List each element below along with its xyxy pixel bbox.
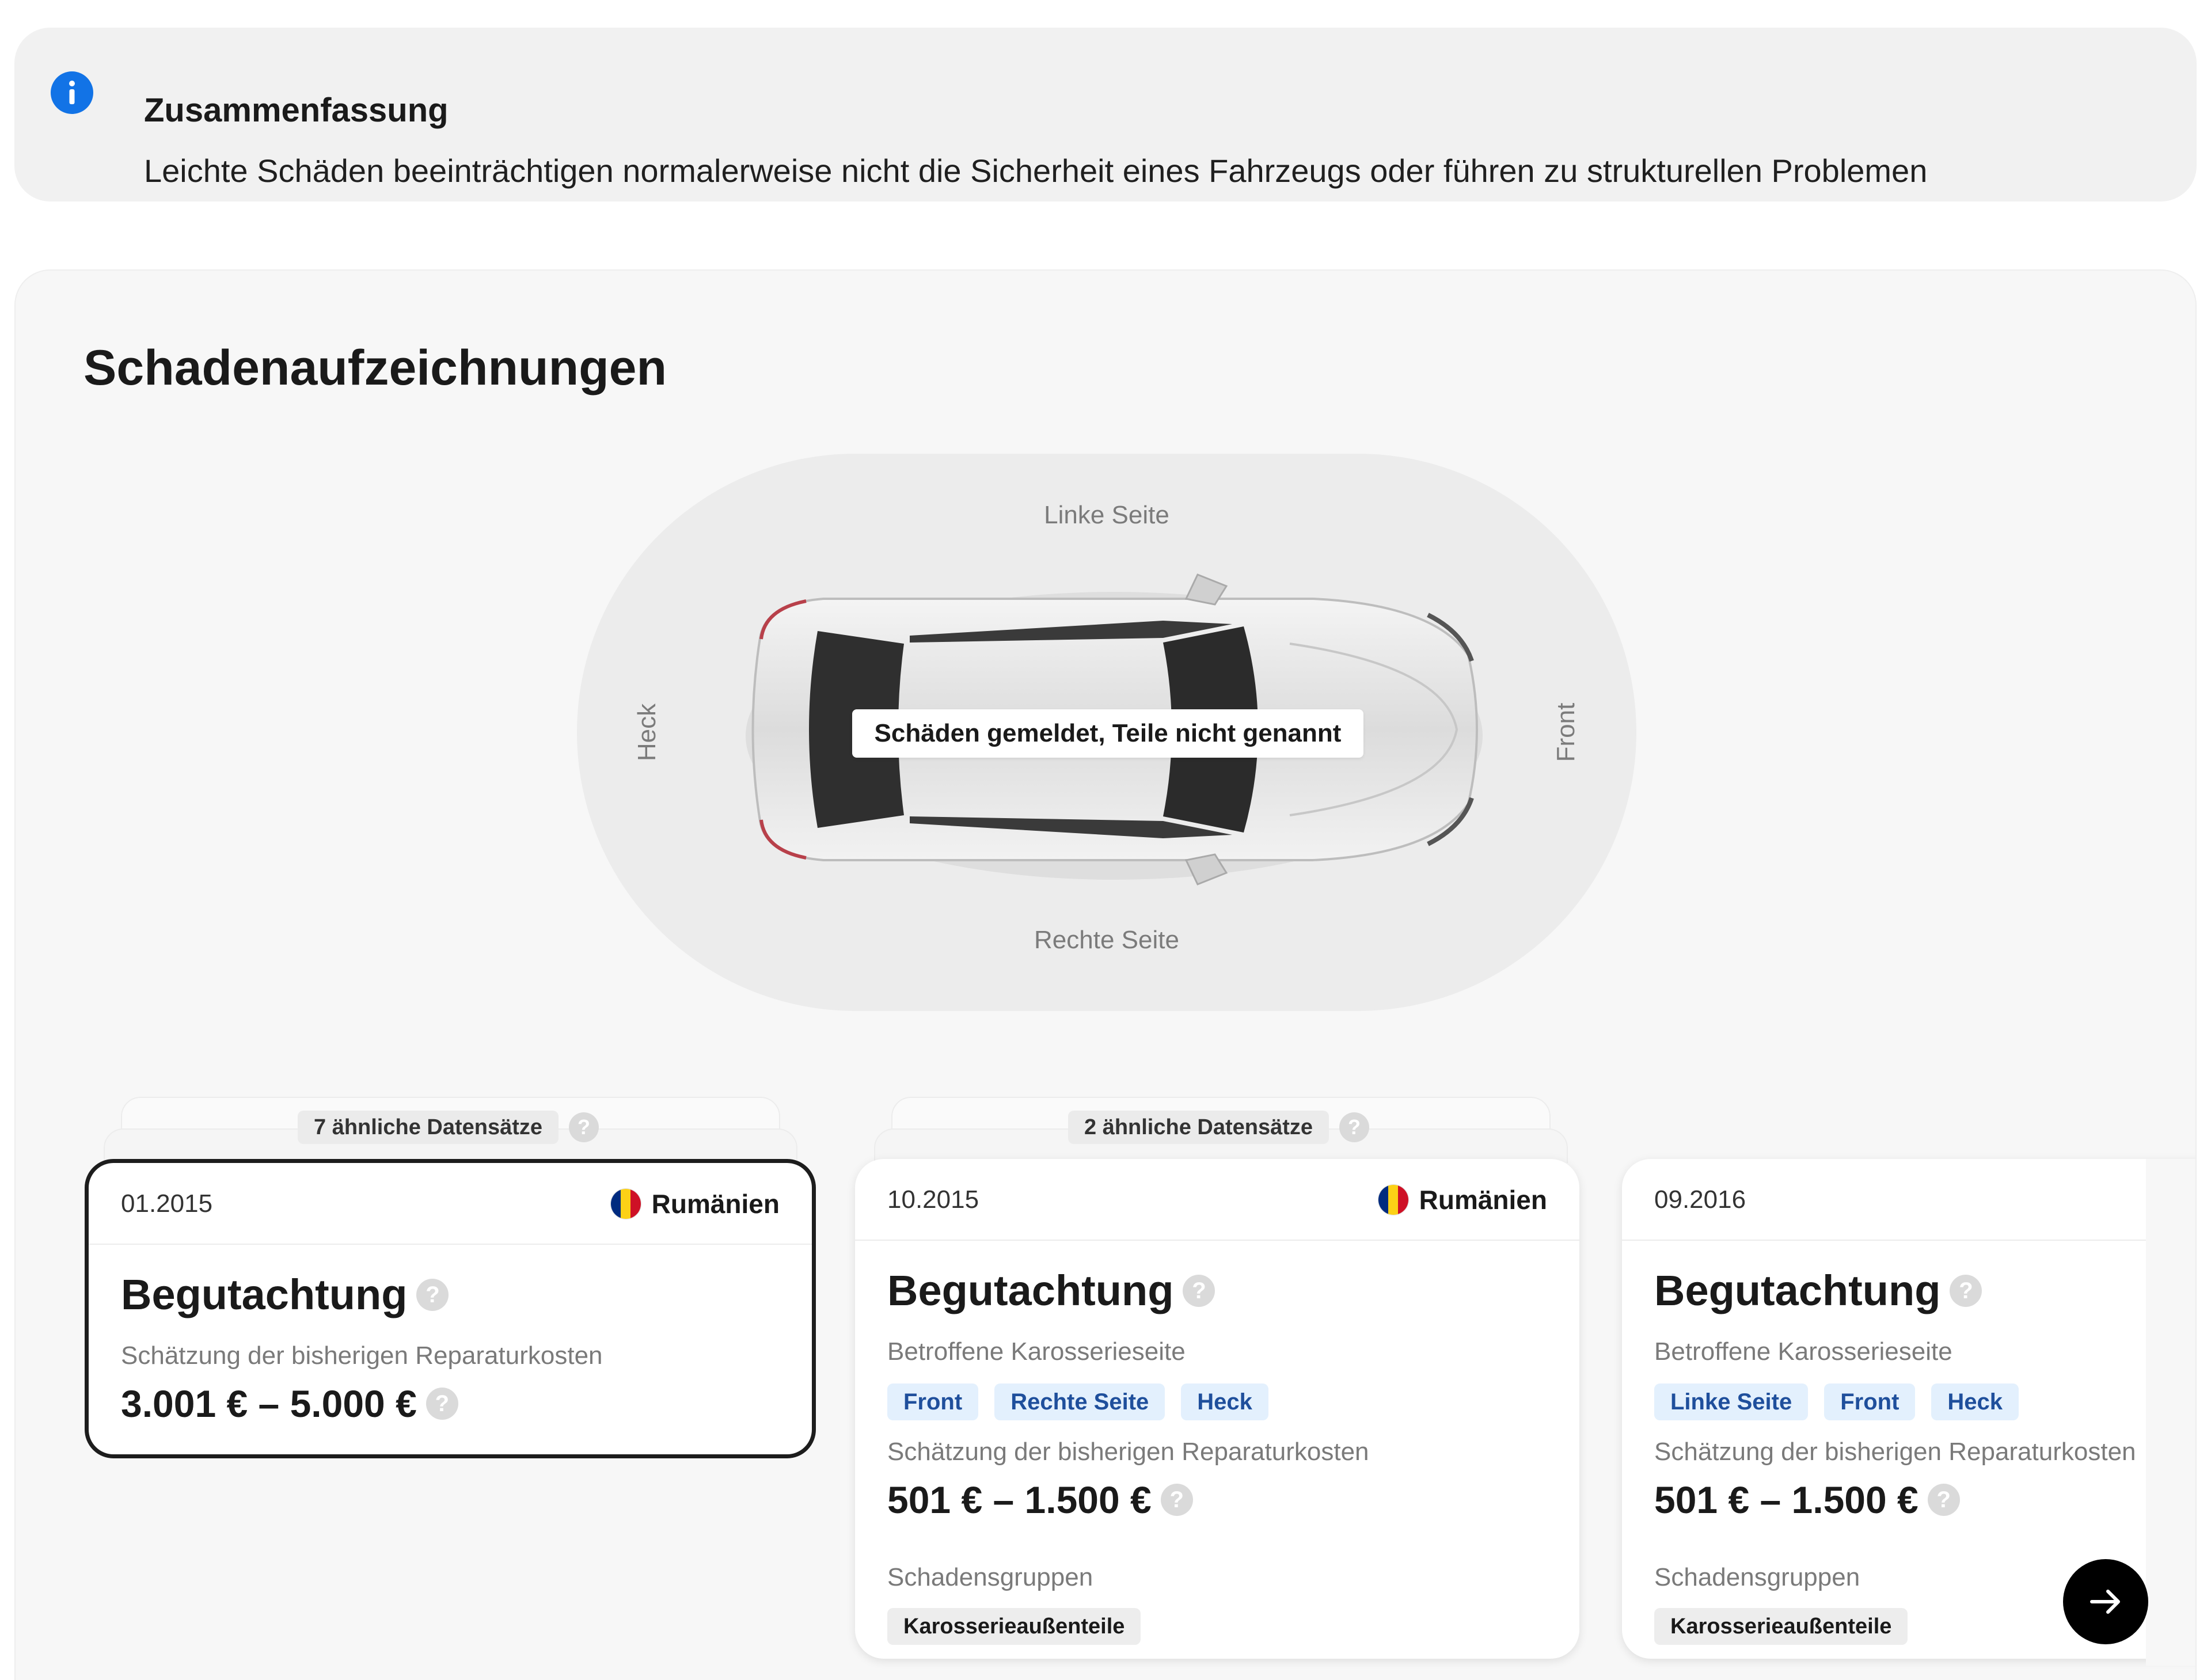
cost-range: 501 € – 1.500 € ?	[1654, 1478, 1960, 1522]
groups-label: Schadensgruppen	[887, 1563, 1093, 1591]
label-rear: Heck	[633, 703, 661, 762]
similar-records-badge[interactable]: 7 ähnliche Datensätze	[298, 1111, 559, 1144]
country-name: Rumänien	[1419, 1185, 1547, 1215]
help-icon[interactable]: ?	[1927, 1484, 1960, 1516]
card-header: 01.2015 Rumänien	[89, 1163, 812, 1245]
record-type-label: Begutachtung	[1654, 1267, 1941, 1314]
cost-range: 501 € – 1.500 € ?	[887, 1478, 1193, 1522]
label-left-side: Linke Seite	[1044, 501, 1169, 529]
section-title: Schadenaufzeichnungen	[83, 340, 667, 396]
cost-value: 3.001 € – 5.000 €	[121, 1382, 417, 1425]
cost-label: Schätzung der bisherigen Reparaturkosten	[121, 1341, 603, 1370]
side-tag: Front	[1824, 1383, 1916, 1420]
carousel-edge	[2146, 1159, 2195, 1666]
romania-flag-icon	[1377, 1184, 1409, 1215]
group-tag: Karosserieaußenteile	[887, 1608, 1141, 1645]
cost-value: 501 € – 1.500 €	[887, 1478, 1152, 1521]
similar-records-badge[interactable]: 2 ähnliche Datensätze	[1068, 1111, 1329, 1144]
info-icon	[51, 71, 93, 114]
help-icon[interactable]: ?	[416, 1278, 449, 1311]
cost-label: Schätzung der bisherigen Reparaturkosten	[887, 1438, 1369, 1466]
damage-record-card[interactable]: 10.2015 Rumänien Begutachtung ? Betroffe…	[855, 1159, 1579, 1659]
card-header: 09.2016	[1622, 1159, 2195, 1241]
record-type-label: Begutachtung	[887, 1267, 1174, 1314]
sides-label: Betroffene Karosserieseite	[1654, 1337, 1952, 1366]
side-tag: Front	[887, 1383, 979, 1420]
affected-sides: Linke Seite Front Heck	[1654, 1383, 2019, 1420]
record-type: Begutachtung ?	[121, 1270, 449, 1319]
carousel-next-button[interactable]	[2063, 1559, 2148, 1644]
arrow-right-icon	[2090, 1590, 2120, 1614]
record-type: Begutachtung ?	[887, 1266, 1215, 1315]
help-icon[interactable]: ?	[1183, 1274, 1215, 1307]
label-front: Front	[1552, 702, 1580, 762]
side-tag: Rechte Seite	[994, 1383, 1165, 1420]
groups-label: Schadensgruppen	[1654, 1563, 1860, 1591]
summary-text: Leichte Schäden beeinträchtigen normaler…	[144, 153, 1928, 189]
card-header: 10.2015 Rumänien	[855, 1159, 1579, 1241]
affected-sides: Front Rechte Seite Heck	[887, 1383, 1268, 1420]
summary-banner: Zusammenfassung Leichte Schäden beeinträ…	[14, 28, 2197, 202]
help-icon[interactable]: ?	[1950, 1274, 1982, 1307]
similar-records-2[interactable]: 2 ähnliche Datensätze ?	[1068, 1110, 1370, 1145]
record-date: 10.2015	[887, 1185, 979, 1214]
record-date: 09.2016	[1654, 1185, 1746, 1214]
side-tag: Heck	[1931, 1383, 2019, 1420]
help-icon[interactable]: ?	[569, 1112, 599, 1142]
country-name: Rumänien	[651, 1189, 780, 1219]
car-damage-diagram: Linke Seite Rechte Seite Heck Front Schä…	[577, 454, 1636, 1011]
label-right-side: Rechte Seite	[1034, 926, 1179, 954]
summary-title: Zusammenfassung	[144, 92, 449, 129]
help-icon[interactable]: ?	[1339, 1112, 1370, 1142]
side-tag: Linke Seite	[1654, 1383, 1809, 1420]
cost-range: 3.001 € – 5.000 € ?	[121, 1382, 458, 1426]
help-icon[interactable]: ?	[1160, 1484, 1193, 1516]
record-date: 01.2015	[121, 1189, 213, 1218]
record-type-label: Begutachtung	[121, 1271, 408, 1318]
group-tag: Karosserieaußenteile	[1654, 1608, 1908, 1645]
damage-note: Schäden gemeldet, Teile nicht genannt	[852, 709, 1363, 758]
similar-records-1[interactable]: 7 ähnliche Datensätze ?	[298, 1110, 599, 1145]
record-country: Rumänien	[1377, 1184, 1547, 1215]
damage-record-card[interactable]: 01.2015 Rumänien Begutachtung ? Schätzun…	[85, 1159, 816, 1458]
damage-records-section: Schadenaufzeichnungen Linke Seite Rechte…	[14, 269, 2197, 1680]
help-icon[interactable]: ?	[426, 1388, 458, 1420]
romania-flag-icon	[610, 1188, 641, 1219]
cost-value: 501 € – 1.500 €	[1654, 1478, 1919, 1521]
cost-label: Schätzung der bisherigen Reparaturkosten	[1654, 1438, 2136, 1466]
record-type: Begutachtung ?	[1654, 1266, 1982, 1315]
side-tag: Heck	[1181, 1383, 1268, 1420]
record-country: Rumänien	[610, 1188, 780, 1219]
sides-label: Betroffene Karosserieseite	[887, 1337, 1186, 1366]
